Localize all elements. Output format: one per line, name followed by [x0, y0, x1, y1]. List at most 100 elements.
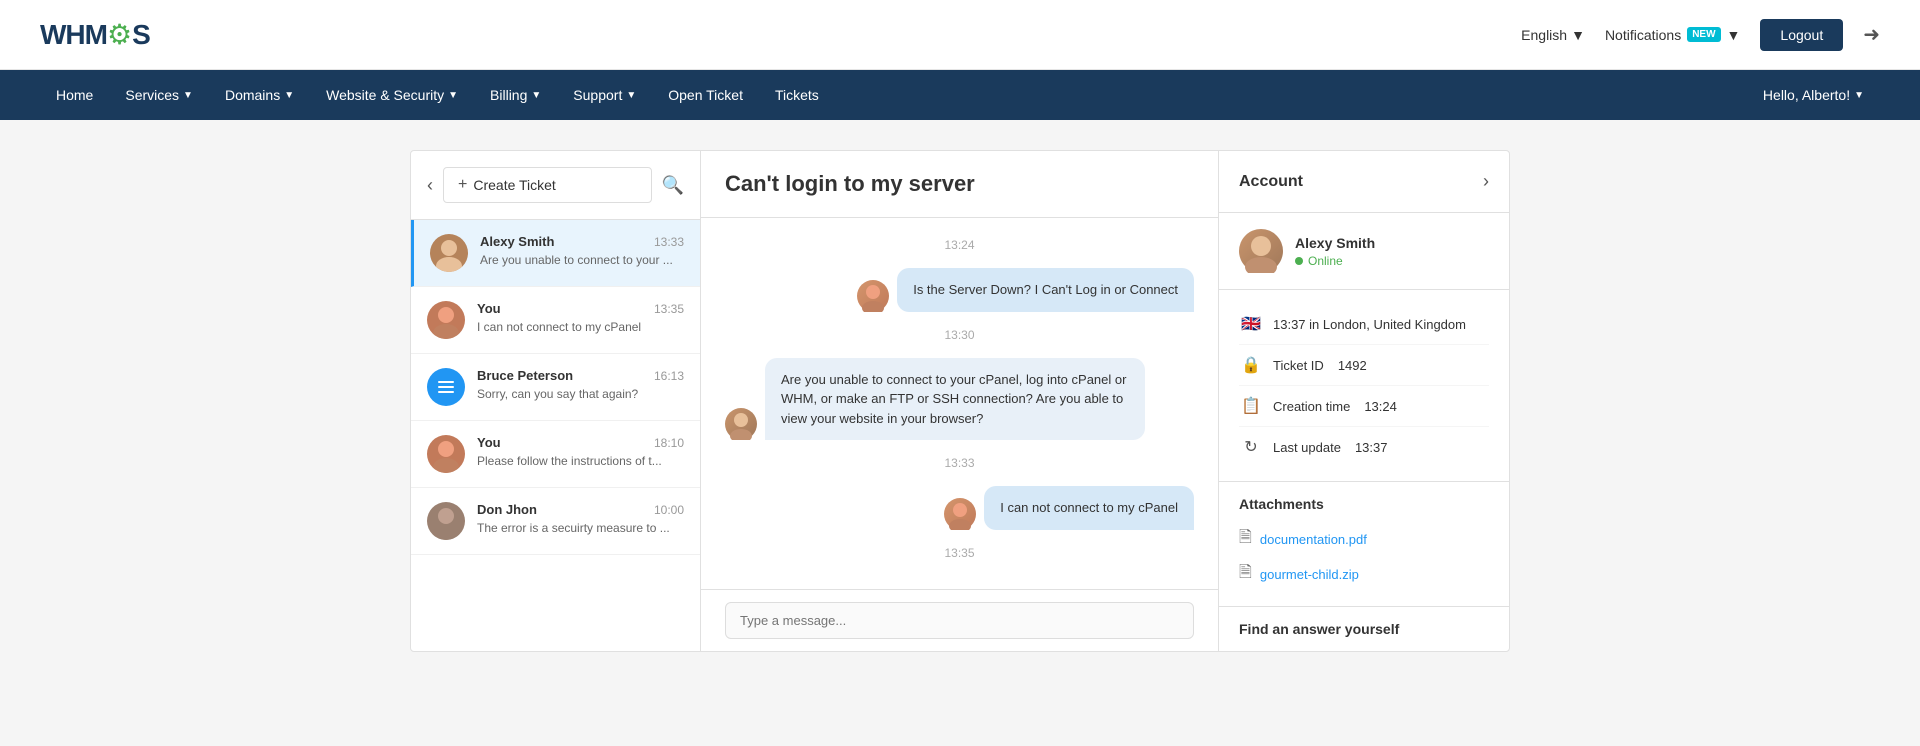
nav-tickets[interactable]: Tickets [759, 70, 835, 120]
ticket-id-row: 🔒 Ticket ID 1492 [1239, 345, 1489, 386]
conversation-item[interactable]: Alexy Smith 13:33 Are you unable to conn… [411, 220, 700, 287]
logout-button[interactable]: Logout [1760, 19, 1843, 51]
avatar [427, 435, 465, 473]
avatar [427, 368, 465, 406]
language-label: English [1521, 27, 1567, 43]
message-bubble: Are you unable to connect to your cPanel… [765, 358, 1145, 441]
account-user-details: Alexy Smith Online [1295, 235, 1375, 268]
create-ticket-button[interactable]: + Create Ticket [443, 167, 652, 203]
main-content: ‹ + Create Ticket 🔍 Alexy Smith [0, 120, 1920, 682]
attachment-item[interactable]: 🗎 documentation.pdf [1239, 522, 1489, 557]
nav-website-security[interactable]: Website & Security ▼ [310, 70, 474, 120]
account-avatar [1239, 229, 1283, 273]
file-icon: 🗎 [1239, 561, 1252, 588]
nav-support[interactable]: Support ▼ [557, 70, 652, 120]
chat-message-sent: Is the Server Down? I Can't Log in or Co… [725, 268, 1194, 312]
file-icon: 🗎 [1239, 526, 1252, 553]
last-update-row: ↻ Last update 13:37 [1239, 427, 1489, 467]
online-status: Online [1295, 254, 1375, 268]
chevron-icon: ▼ [1854, 90, 1864, 101]
nav-user-menu[interactable]: Hello, Alberto! ▼ [1747, 70, 1880, 120]
conv-top: You 13:35 [477, 301, 684, 316]
panel-container: ‹ + Create Ticket 🔍 Alexy Smith [410, 150, 1510, 652]
chat-input-area [701, 589, 1218, 651]
online-dot-icon [1295, 257, 1303, 265]
chevron-icon: ▼ [626, 90, 636, 101]
back-button[interactable]: ‹ [427, 175, 433, 196]
nav-open-ticket[interactable]: Open Ticket [652, 70, 759, 120]
exit-icon[interactable]: ➜ [1863, 22, 1880, 47]
message-bubble: I can not connect to my cPanel [984, 486, 1194, 530]
ticket-icon: 🔒 [1239, 353, 1263, 377]
conv-info: Bruce Peterson 16:13 Sorry, can you say … [477, 368, 684, 401]
attachment-item[interactable]: 🗎 gourmet-child.zip [1239, 557, 1489, 592]
nav-home[interactable]: Home [40, 70, 109, 120]
chevron-icon: ▼ [183, 90, 193, 101]
logo-text2: S [132, 19, 150, 51]
top-bar: WHM ⚙ S English ▼ Notifications NEW ▼ Lo… [0, 0, 1920, 70]
logo-text: WHM [40, 19, 107, 51]
chevron-icon: ▼ [284, 90, 294, 101]
avatar-icon [438, 381, 454, 393]
conv-info: Don Jhon 10:00 The error is a secuirty m… [477, 502, 684, 535]
chevron-down-icon: ▼ [1727, 27, 1741, 43]
new-badge: NEW [1687, 27, 1720, 42]
chat-message-received: Are you unable to connect to your cPanel… [725, 358, 1194, 441]
conversations-sidebar: ‹ + Create Ticket 🔍 Alexy Smith [411, 151, 701, 651]
avatar [430, 234, 468, 272]
creation-time-row: 📋 Creation time 13:24 [1239, 386, 1489, 427]
next-button[interactable]: › [1483, 171, 1489, 192]
top-right-actions: English ▼ Notifications NEW ▼ Logout ➜ [1521, 19, 1880, 51]
logo: WHM ⚙ S [40, 18, 150, 51]
chat-input[interactable] [725, 602, 1194, 639]
refresh-icon: ↻ [1239, 435, 1263, 459]
notifications-label: Notifications [1605, 27, 1681, 43]
avatar-image [430, 234, 468, 272]
message-avatar [857, 280, 889, 312]
avatar [427, 502, 465, 540]
logo-gear-icon: ⚙ [107, 18, 132, 51]
avatar-image [427, 435, 465, 473]
nav-billing[interactable]: Billing ▼ [474, 70, 557, 120]
flag-icon: 🇬🇧 [1239, 312, 1263, 336]
chat-title: Can't login to my server [725, 171, 1194, 197]
avatar [427, 301, 465, 339]
conv-info: You 18:10 Please follow the instructions… [477, 435, 684, 468]
conversation-item[interactable]: You 18:10 Please follow the instructions… [411, 421, 700, 488]
account-panel-title: Account [1239, 173, 1303, 191]
nav-services[interactable]: Services ▼ [109, 70, 209, 120]
conv-info: Alexy Smith 13:33 Are you unable to conn… [480, 234, 684, 267]
conversation-item[interactable]: Don Jhon 10:00 The error is a secuirty m… [411, 488, 700, 555]
conversation-item[interactable]: Bruce Peterson 16:13 Sorry, can you say … [411, 354, 700, 421]
search-button[interactable]: 🔍 [662, 175, 684, 196]
chat-messages: 13:24 Is the Server Down? I Can't Log in… [701, 218, 1218, 589]
message-bubble: Is the Server Down? I Can't Log in or Co… [897, 268, 1194, 312]
account-panel-header: Account › [1219, 151, 1509, 213]
avatar-image [427, 502, 465, 540]
conv-info: You 13:35 I can not connect to my cPanel [477, 301, 684, 334]
conversation-item[interactable]: You 13:35 I can not connect to my cPanel [411, 287, 700, 354]
conv-top: Bruce Peterson 16:13 [477, 368, 684, 383]
language-button[interactable]: English ▼ [1521, 27, 1585, 43]
chevron-icon: ▼ [448, 90, 458, 101]
conv-top: Don Jhon 10:00 [477, 502, 684, 517]
account-panel: Account › Alexy Smith Online [1219, 151, 1509, 651]
message-avatar [944, 498, 976, 530]
message-time-label: 13:24 [725, 238, 1194, 252]
attachments-section: Attachments 🗎 documentation.pdf 🗎 gourme… [1219, 482, 1509, 607]
message-time-label: 13:35 [725, 546, 1194, 560]
find-answer-section: Find an answer yourself [1219, 607, 1509, 651]
conv-top: You 18:10 [477, 435, 684, 450]
notifications-button[interactable]: Notifications NEW ▼ [1605, 27, 1740, 43]
conv-top: Alexy Smith 13:33 [480, 234, 684, 249]
account-user-info: Alexy Smith Online [1219, 213, 1509, 290]
chat-area: Can't login to my server 13:24 Is the Se… [701, 151, 1219, 651]
chevron-icon: ▼ [531, 90, 541, 101]
calendar-icon: 📋 [1239, 394, 1263, 418]
plus-icon: + [458, 176, 467, 194]
chevron-down-icon: ▼ [1571, 27, 1585, 43]
nav-domains[interactable]: Domains ▼ [209, 70, 310, 120]
sidebar-header: ‹ + Create Ticket 🔍 [411, 151, 700, 220]
attachments-title: Attachments [1239, 496, 1489, 512]
message-avatar [725, 408, 757, 440]
